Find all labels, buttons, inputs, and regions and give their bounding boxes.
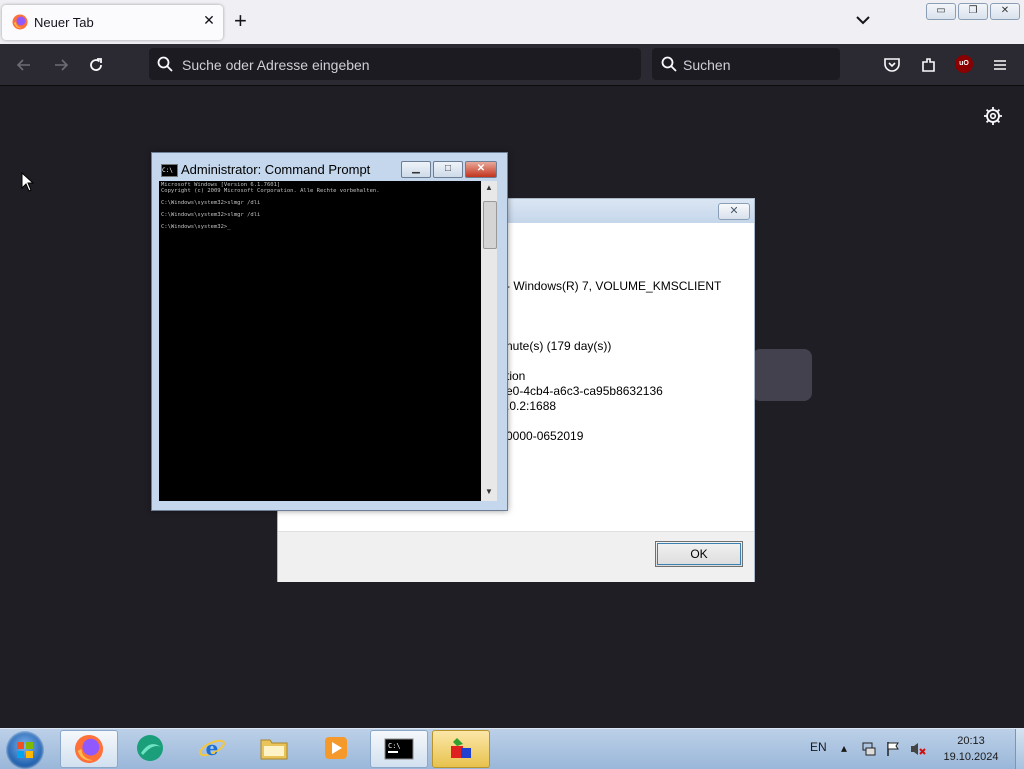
- tab-title: Neuer Tab: [34, 15, 94, 30]
- tab-close-icon[interactable]: ✕: [200, 12, 218, 29]
- console-line: C:\Windows\system32>_: [161, 224, 231, 230]
- reload-icon[interactable]: [87, 56, 105, 74]
- search-icon: [661, 56, 677, 72]
- mouse-cursor-icon: [21, 172, 35, 192]
- console-line: C:\Windows\system32>slmgr /dli: [161, 212, 261, 218]
- forward-arrow-icon[interactable]: [52, 56, 70, 74]
- cmd-minimize-button[interactable]: ▁: [401, 161, 431, 178]
- folder-icon: [260, 739, 288, 760]
- tab-strip: Neuer Tab ✕ + ▭ ❐ ✕: [0, 0, 1024, 44]
- dialog-text-line: nute(s) (179 day(s)): [506, 339, 612, 353]
- search-bar-placeholder: Suchen: [683, 57, 731, 73]
- cmd-icon: C:\: [161, 164, 178, 177]
- firefox-icon: [12, 14, 28, 30]
- svg-text:C:\: C:\: [388, 742, 401, 750]
- start-button[interactable]: [6, 731, 44, 769]
- scroll-thumb[interactable]: [483, 201, 497, 249]
- color-cubes-icon: [451, 738, 471, 758]
- minimize-button[interactable]: ▭: [926, 3, 956, 20]
- console-line: C:\Windows\system32>slmgr /dli: [161, 200, 261, 206]
- nav-bar: Suche oder Adresse eingeben Suchen uO: [0, 44, 1024, 86]
- new-tab-button[interactable]: +: [234, 10, 247, 32]
- volume-muted-icon[interactable]: [909, 741, 927, 757]
- extensions-icon[interactable]: [920, 56, 938, 74]
- dialog-text-line: 0000-0652019: [506, 429, 584, 443]
- url-bar-placeholder: Suche oder Adresse eingeben: [182, 57, 370, 73]
- url-bar[interactable]: Suche oder Adresse eingeben: [149, 48, 641, 80]
- taskbar: e C:\ EN ▴ 20:13 19.10.2024: [0, 728, 1024, 769]
- taskbar-firefox[interactable]: [60, 730, 118, 768]
- command-prompt-window: C:\ Administrator: Command Prompt ▁ □ ✕ …: [151, 152, 508, 511]
- dialog-close-button[interactable]: ✕: [718, 203, 750, 220]
- console-line: Copyright (c) 2009 Microsoft Corporation…: [161, 188, 380, 194]
- taskbar-file-explorer[interactable]: [246, 730, 304, 768]
- ok-button[interactable]: OK: [655, 541, 743, 567]
- console-output[interactable]: Microsoft Windows [Version 6.1.7601] Cop…: [159, 181, 481, 501]
- gear-icon[interactable]: [983, 106, 1003, 126]
- dialog-text-line: .0.2:1688: [506, 399, 557, 413]
- system-clock[interactable]: 20:13 19.10.2024: [930, 733, 1012, 765]
- list-all-tabs-icon[interactable]: [855, 12, 871, 28]
- windows-logo-icon: [17, 742, 33, 758]
- firefox-icon: [74, 734, 104, 764]
- restore-button[interactable]: ❐: [958, 3, 988, 20]
- cmd-close-button[interactable]: ✕: [465, 161, 497, 178]
- show-hidden-icons[interactable]: ▴: [841, 741, 847, 755]
- browser-icon: [137, 735, 163, 761]
- back-arrow-icon[interactable]: [15, 56, 33, 74]
- taskbar-browser[interactable]: [122, 730, 180, 768]
- network-icon[interactable]: [861, 741, 877, 757]
- scroll-up-icon[interactable]: ▲: [481, 183, 497, 192]
- pocket-icon[interactable]: [883, 56, 901, 74]
- close-window-button[interactable]: ✕: [990, 3, 1020, 20]
- language-indicator[interactable]: EN: [810, 740, 827, 754]
- tab-neuer-tab[interactable]: Neuer Tab ✕: [2, 5, 223, 40]
- taskbar-internet-explorer[interactable]: e: [184, 730, 242, 768]
- taskbar-media-player[interactable]: [308, 730, 366, 768]
- search-icon: [157, 56, 173, 72]
- media-player-icon: [325, 737, 347, 759]
- action-center-flag-icon[interactable]: [885, 741, 901, 757]
- taskbar-command-prompt[interactable]: C:\: [370, 730, 428, 768]
- cmd-scrollbar[interactable]: ▲ ▼: [481, 181, 497, 501]
- cmd-title: Administrator: Command Prompt: [181, 162, 371, 177]
- clock-time: 20:13: [957, 735, 985, 747]
- taskbar-color-app[interactable]: [432, 730, 490, 768]
- command-prompt-icon: C:\: [384, 738, 414, 760]
- dialog-text-line: tion: [506, 369, 526, 383]
- clock-date: 19.10.2024: [943, 751, 999, 763]
- cmd-maximize-button[interactable]: □: [433, 161, 463, 178]
- ublock-origin-icon[interactable]: uO: [955, 55, 973, 73]
- dialog-text-line: e0-4cb4-a6c3-ca95b8632136: [506, 384, 663, 398]
- menu-icon[interactable]: [991, 56, 1009, 74]
- dialog-text-line: - Windows(R) 7, VOLUME_KMSCLIENT: [506, 279, 722, 293]
- internet-explorer-icon: e: [199, 736, 225, 760]
- search-bar[interactable]: Suchen: [652, 48, 840, 80]
- shortcut-tile[interactable]: [752, 349, 812, 401]
- show-desktop-button[interactable]: [1015, 729, 1024, 769]
- svg-text:e: e: [206, 736, 219, 760]
- scroll-down-icon[interactable]: ▼: [481, 487, 497, 496]
